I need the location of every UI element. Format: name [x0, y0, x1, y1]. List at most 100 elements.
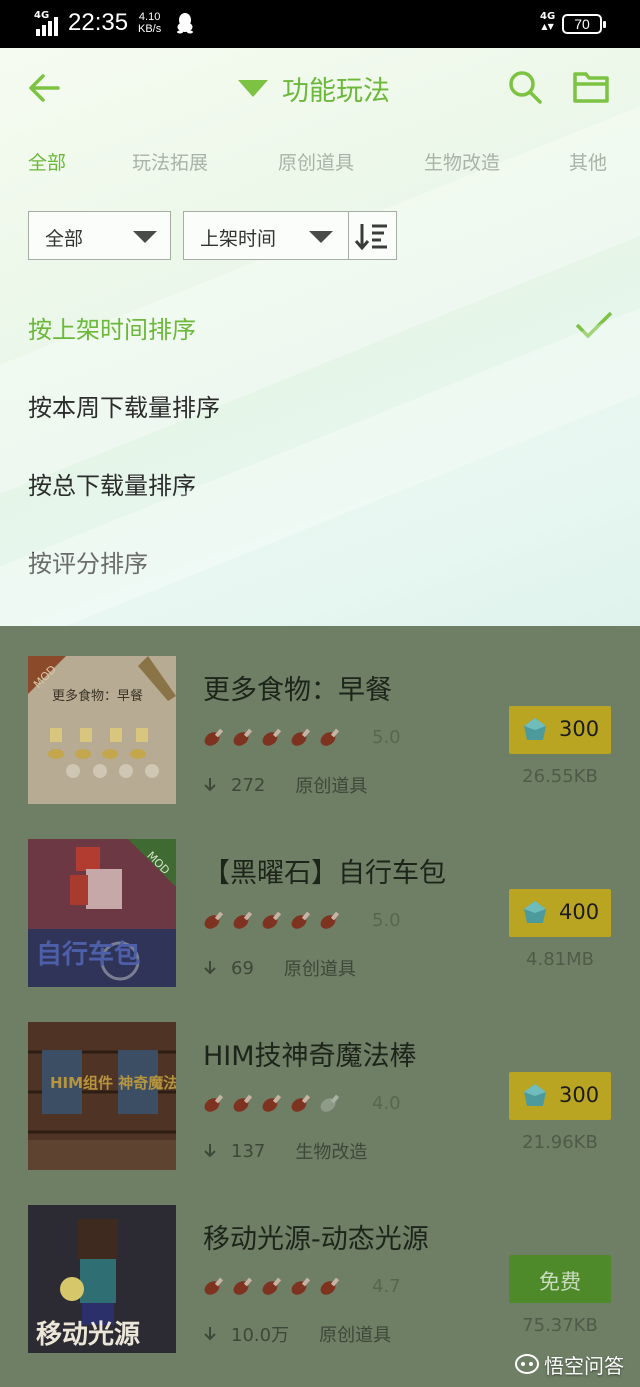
sort-option-by-total-downloads[interactable]: 按总下载量排序 — [28, 466, 196, 501]
sort-order-button[interactable] — [348, 211, 397, 260]
meat-icon — [291, 1094, 311, 1112]
price-button[interactable]: 300 — [509, 1072, 611, 1120]
item-title[interactable]: HIM技神奇魔法棒 — [203, 1034, 417, 1073]
meat-icon — [233, 1094, 253, 1112]
tab-gameplay-expansion[interactable]: 玩法拓展 — [132, 148, 208, 175]
download-count: 272 — [231, 774, 266, 796]
network-type-right-label: 4G — [540, 11, 556, 22]
diamond-icon — [524, 1084, 546, 1106]
category-tabs: 全部 玩法拓展 原创道具 生物改造 其他 — [0, 148, 640, 180]
item-title[interactable]: 更多食物：早餐 — [203, 668, 392, 707]
page-title: 功能玩法 — [282, 75, 390, 107]
diamond-icon — [524, 901, 546, 923]
food-breakfast-thumbnail-image: MOD 更多食物：早餐 — [28, 656, 176, 804]
file-size: 21.96KB — [522, 1132, 598, 1153]
meat-icon — [320, 1277, 340, 1295]
tab-other[interactable]: 其他 — [569, 148, 607, 175]
list-item[interactable]: 移动光源 移动光源-动态光源 4.7 10.0万 原创道具 免费 75.37KB — [0, 1205, 640, 1355]
network-speed: 4.10 KB/s — [138, 11, 161, 35]
list-item[interactable]: HIM组件 神奇魔法棒 HIM技神奇魔法棒 4.0 137 生物改造 300 2… — [0, 1022, 640, 1172]
item-title[interactable]: 移动光源-动态光源 — [203, 1217, 429, 1256]
rating-stars: 4.0 — [203, 1092, 401, 1114]
rating-stars: 4.7 — [203, 1275, 401, 1297]
price-amount: 300 — [559, 1083, 600, 1107]
list-item[interactable]: MOD 更多食物：早餐 更多食物：早餐 5.0 272 原创道具 300 26.… — [0, 656, 640, 806]
free-button[interactable]: 免费 — [509, 1255, 611, 1303]
item-thumbnail[interactable]: MOD 自行车包 — [28, 839, 176, 987]
bicycle-bag-thumbnail-image: MOD 自行车包 — [28, 839, 176, 987]
sort-field-dropdown[interactable]: 上架时间 — [183, 211, 349, 260]
wukong-logo-icon — [515, 1354, 539, 1374]
file-size: 26.55KB — [522, 766, 598, 787]
download-icon — [204, 1327, 216, 1341]
download-count: 10.0万 — [231, 1325, 290, 1346]
item-meta: 69 原创道具 — [203, 955, 356, 981]
rating-score: 5.0 — [372, 726, 401, 748]
sort-option-by-weekly-downloads[interactable]: 按本周下载量排序 — [28, 388, 220, 423]
item-meta: 10.0万 原创道具 — [203, 1321, 391, 1347]
sort-option-by-listing-time[interactable]: 按上架时间排序 — [28, 310, 196, 345]
status-bar: 4G 22:35 4.10 KB/s 4G ▲▼ 70 — [0, 0, 640, 48]
dynamic-light-thumbnail-image: 移动光源 — [28, 1205, 176, 1353]
meat-icon — [320, 911, 340, 929]
meat-icon — [233, 911, 253, 929]
meat-icon — [204, 1094, 224, 1112]
meat-icon — [233, 1277, 253, 1295]
price-button[interactable]: 300 — [509, 706, 611, 754]
clock: 22:35 — [68, 9, 129, 36]
meat-icon — [291, 1277, 311, 1295]
network-type-label: 4G — [34, 10, 50, 21]
item-thumbnail[interactable]: HIM组件 神奇魔法棒 — [28, 1022, 176, 1170]
watermark: 悟空问答 — [514, 1350, 624, 1378]
sort-order-icon — [354, 224, 387, 251]
network-type-right: 4G ▲▼ — [540, 11, 556, 32]
tab-creature-mods[interactable]: 生物改造 — [424, 148, 500, 175]
meat-icon — [204, 1277, 224, 1295]
item-category: 生物改造 — [295, 1142, 368, 1163]
qq-icon — [177, 13, 193, 34]
price-button[interactable]: 400 — [509, 889, 611, 937]
item-category: 原创道具 — [319, 1325, 392, 1346]
sort-field-value: 上架时间 — [200, 228, 277, 250]
title-dropdown[interactable]: 功能玩法 — [238, 68, 390, 108]
category-filter-dropdown[interactable]: 全部 — [28, 211, 171, 260]
rating-score: 5.0 — [372, 909, 401, 931]
meat-icon — [291, 911, 311, 929]
diamond-icon — [524, 718, 546, 740]
thumb-caption: 更多食物：早餐 — [52, 688, 143, 704]
item-title[interactable]: 【黑曜石】自行车包 — [203, 851, 446, 890]
chevron-down-icon — [133, 231, 157, 243]
rating-score: 4.7 — [372, 1275, 401, 1297]
meat-icon — [262, 1277, 282, 1295]
thumb-caption: HIM组件 神奇魔法棒 — [50, 1074, 176, 1092]
tab-original-items[interactable]: 原创道具 — [278, 148, 354, 175]
meat-icon — [204, 911, 224, 929]
download-count: 69 — [231, 957, 254, 979]
rating-stars: 5.0 — [203, 726, 401, 748]
meat-icon — [320, 728, 340, 746]
meat-icon — [233, 728, 253, 746]
tab-all[interactable]: 全部 — [28, 148, 66, 175]
folder-icon[interactable] — [572, 70, 610, 104]
item-thumbnail[interactable]: 移动光源 — [28, 1205, 176, 1353]
item-category: 原创道具 — [295, 776, 368, 797]
meat-icon — [291, 728, 311, 746]
rating-stars: 5.0 — [203, 909, 401, 931]
search-icon[interactable] — [506, 68, 544, 106]
download-count: 137 — [231, 1140, 266, 1162]
sort-option-by-rating[interactable]: 按评分排序 — [28, 544, 148, 579]
check-icon — [575, 311, 613, 339]
network-speed-value: 4.10 — [138, 11, 161, 23]
price-amount: 免费 — [539, 1270, 581, 1294]
item-thumbnail[interactable]: MOD 更多食物：早餐 — [28, 656, 176, 804]
price-amount: 300 — [559, 717, 600, 741]
list-item[interactable]: MOD 自行车包 【黑曜石】自行车包 5.0 69 原创道具 400 4.81M… — [0, 839, 640, 989]
meat-icon — [262, 728, 282, 746]
file-size: 4.81MB — [526, 949, 594, 970]
chevron-down-icon — [309, 231, 333, 243]
sort-panel: 功能玩法 全部 玩法拓展 原创道具 生物改造 其他 全部 上架时间 按上架时间排… — [0, 48, 640, 626]
meat-icon — [262, 1094, 282, 1112]
back-arrow-icon[interactable] — [26, 70, 62, 106]
meat-icon — [204, 728, 224, 746]
item-category: 原创道具 — [283, 959, 356, 980]
